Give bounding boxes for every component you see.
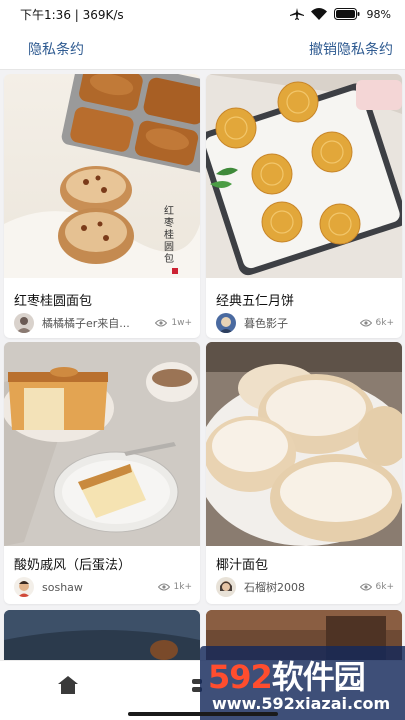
- revoke-privacy-link[interactable]: 撤销隐私条约: [309, 39, 393, 59]
- recipe-photo: [206, 74, 402, 278]
- eye-icon: [157, 583, 170, 591]
- header: 隐私条约 撤销隐私条约: [0, 28, 405, 70]
- gesture-bar[interactable]: [128, 712, 278, 716]
- author-name[interactable]: 石榴树2008: [244, 579, 305, 595]
- recipe-photo: [206, 342, 402, 546]
- recipe-title: 红枣桂圆面包: [14, 294, 93, 309]
- watermark-logo: 592软件园 www.592xiazai.com: [200, 646, 405, 720]
- watermark-text: 软件园: [271, 658, 366, 696]
- recipe-meta: soshaw 1k+: [14, 576, 192, 598]
- view-count-value: 6k+: [375, 318, 394, 328]
- recipe-title: 经典五仁月饼: [216, 294, 295, 309]
- recipe-photo: [4, 610, 200, 660]
- author-name[interactable]: 橘橘橘子er来自...: [42, 315, 130, 331]
- recipe-title: 酸奶戚风（后蛋法）: [14, 558, 132, 573]
- view-count: 1w+: [155, 318, 192, 328]
- battery-icon: [333, 8, 360, 20]
- battery-percent: 98%: [366, 7, 391, 21]
- recipe-meta: 暮色影子 6k+: [216, 312, 394, 334]
- home-icon[interactable]: [57, 675, 79, 695]
- watermark-url: www.592xiazai.com: [212, 694, 391, 713]
- recipe-feed[interactable]: 红枣桂圆包 红枣桂圆面包 橘橘橘子er来自... 1w+ 经典五仁月饼 暮色影子…: [0, 70, 405, 660]
- recipe-card[interactable]: 酸奶戚风（后蛋法） soshaw 1k+: [4, 342, 200, 604]
- recipe-photo: 红枣桂圆包: [4, 74, 200, 278]
- author-avatar: [14, 577, 34, 597]
- recipe-card[interactable]: 红枣桂圆包 红枣桂圆面包 橘橘橘子er来自... 1w+: [4, 74, 200, 338]
- view-count: 1k+: [157, 582, 192, 592]
- status-icons: 98%: [289, 7, 391, 21]
- recipe-meta: 橘橘橘子er来自... 1w+: [14, 312, 192, 334]
- view-count-value: 1k+: [173, 582, 192, 592]
- eye-icon: [359, 583, 372, 591]
- author-name[interactable]: soshaw: [42, 581, 83, 594]
- view-count-value: 6k+: [375, 582, 394, 592]
- recipe-photo: [4, 342, 200, 546]
- watermark-digits: 592: [208, 658, 273, 696]
- watermark-title: 592软件园: [208, 652, 366, 698]
- author-avatar: [14, 313, 34, 333]
- recipe-card[interactable]: 经典五仁月饼 暮色影子 6k+: [206, 74, 402, 338]
- view-count-value: 1w+: [171, 318, 192, 328]
- photo-caption: 红枣桂圆包: [164, 206, 174, 265]
- status-bar: 下午1:36 | 369K/s 98%: [0, 0, 405, 28]
- wifi-icon: [310, 8, 327, 20]
- airplane-icon: [289, 8, 304, 20]
- recipe-card[interactable]: 椰汁面包 石榴树2008 6k+: [206, 342, 402, 604]
- recipe-title: 椰汁面包: [216, 558, 269, 573]
- recipe-meta: 石榴树2008 6k+: [216, 576, 394, 598]
- eye-icon: [155, 319, 168, 327]
- recipe-card[interactable]: [4, 610, 200, 660]
- author-name[interactable]: 暮色影子: [244, 315, 288, 331]
- status-time-speed: 下午1:36 | 369K/s: [20, 7, 124, 22]
- view-count: 6k+: [359, 582, 394, 592]
- privacy-policy-link[interactable]: 隐私条约: [28, 39, 84, 59]
- view-count: 6k+: [359, 318, 394, 328]
- author-avatar: [216, 577, 236, 597]
- eye-icon: [359, 319, 372, 327]
- author-avatar: [216, 313, 236, 333]
